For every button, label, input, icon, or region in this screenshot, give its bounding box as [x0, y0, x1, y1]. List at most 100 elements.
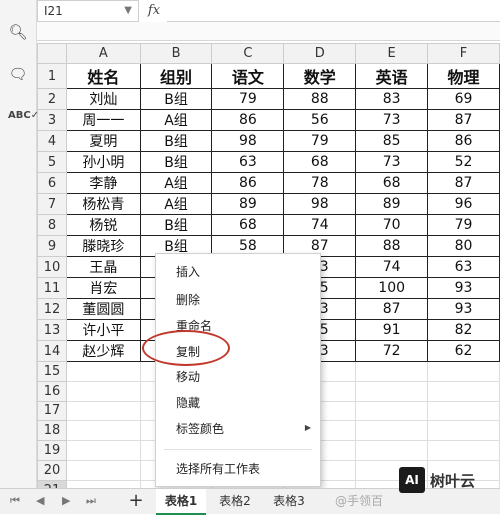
table-cell[interactable]: 组别 — [139, 63, 213, 89]
row-header[interactable]: 4 — [37, 130, 68, 152]
column-header[interactable]: C — [211, 43, 285, 64]
row-header[interactable]: 3 — [37, 109, 68, 131]
row-header[interactable]: 20 — [37, 459, 68, 481]
next-sheet-icon[interactable]: ▶ — [62, 494, 70, 507]
table-cell[interactable]: 56 — [283, 109, 357, 131]
comment-icon[interactable]: 🗨︎ — [8, 64, 28, 84]
table-cell[interactable]: 74 — [283, 214, 357, 236]
spellcheck-icon[interactable]: ABC✓ — [8, 106, 39, 126]
table-cell[interactable] — [66, 479, 141, 488]
row-header[interactable]: 5 — [37, 151, 68, 173]
table-cell[interactable]: B组 — [139, 88, 213, 110]
table-cell[interactable]: 52 — [427, 151, 500, 173]
previous-sheet-icon[interactable]: ◀ — [36, 494, 44, 507]
row-header[interactable]: 8 — [37, 214, 68, 236]
row-header[interactable]: 6 — [37, 172, 68, 194]
table-cell[interactable]: 62 — [427, 340, 500, 362]
table-cell[interactable]: B组 — [139, 151, 213, 173]
row-header[interactable]: 19 — [37, 440, 68, 461]
row-header[interactable]: 9 — [37, 235, 68, 257]
row-header[interactable]: 16 — [37, 380, 68, 402]
menu-item[interactable]: 移动 — [176, 368, 200, 385]
menu-item[interactable]: 插入 — [176, 263, 200, 280]
table-cell[interactable]: 79 — [427, 214, 500, 236]
table-cell[interactable] — [427, 380, 500, 402]
table-cell[interactable]: 88 — [355, 235, 429, 257]
table-cell[interactable]: 滕晓珍 — [66, 235, 141, 257]
table-cell[interactable]: 姓名 — [66, 63, 141, 89]
column-header[interactable]: A — [66, 43, 141, 64]
formula-input[interactable] — [167, 0, 500, 22]
row-header[interactable]: 15 — [37, 361, 68, 382]
table-cell[interactable]: 93 — [427, 277, 500, 299]
row-header[interactable]: 12 — [37, 298, 68, 320]
table-cell[interactable]: 87 — [427, 109, 500, 131]
table-cell[interactable]: 87 — [427, 172, 500, 194]
column-header[interactable]: D — [283, 43, 357, 64]
table-cell[interactable]: B组 — [139, 214, 213, 236]
chevron-down-icon[interactable]: ▼ — [124, 1, 132, 21]
table-cell[interactable]: 98 — [211, 130, 285, 152]
table-cell[interactable] — [427, 361, 500, 382]
function-icon[interactable]: fx — [143, 0, 165, 22]
table-cell[interactable]: 73 — [355, 109, 429, 131]
table-cell[interactable]: 英语 — [355, 63, 429, 89]
table-cell[interactable]: 赵少辉 — [66, 340, 141, 362]
tab-sheet-1[interactable]: 表格1 — [156, 489, 206, 515]
menu-item[interactable]: 隐藏 — [176, 394, 200, 411]
row-header[interactable]: 21 — [37, 479, 68, 488]
table-cell[interactable]: 87 — [355, 298, 429, 320]
row-header[interactable]: 18 — [37, 420, 68, 442]
table-cell[interactable]: A组 — [139, 172, 213, 194]
table-cell[interactable] — [66, 361, 141, 382]
column-header[interactable]: F — [427, 43, 500, 64]
table-cell[interactable]: 70 — [355, 214, 429, 236]
last-sheet-icon[interactable]: ⏭︎ — [86, 494, 96, 508]
table-cell[interactable]: 夏明 — [66, 130, 141, 152]
menu-item[interactable]: 标签颜色 — [176, 420, 224, 437]
table-cell[interactable]: 68 — [283, 151, 357, 173]
menu-item[interactable]: 删除 — [176, 291, 200, 308]
table-cell[interactable]: 刘灿 — [66, 88, 141, 110]
table-cell[interactable]: 79 — [283, 130, 357, 152]
table-cell[interactable] — [66, 440, 141, 461]
table-cell[interactable]: 83 — [355, 88, 429, 110]
table-cell[interactable]: 周一一 — [66, 109, 141, 131]
add-sheet-button[interactable]: + — [126, 490, 146, 511]
table-cell[interactable]: 79 — [211, 88, 285, 110]
table-cell[interactable]: 89 — [211, 193, 285, 215]
table-cell[interactable]: A组 — [139, 109, 213, 131]
table-cell[interactable]: A组 — [139, 193, 213, 215]
table-cell[interactable] — [355, 440, 429, 461]
row-header[interactable]: 17 — [37, 400, 68, 422]
table-cell[interactable] — [66, 420, 141, 442]
table-cell[interactable]: 86 — [427, 130, 500, 152]
table-cell[interactable]: 李静 — [66, 172, 141, 194]
table-cell[interactable]: 88 — [283, 88, 357, 110]
table-cell[interactable]: 85 — [355, 130, 429, 152]
table-cell[interactable]: 82 — [427, 319, 500, 341]
table-cell[interactable]: 93 — [427, 298, 500, 320]
menu-item[interactable]: 选择所有工作表 — [176, 460, 260, 477]
table-cell[interactable]: 肖宏 — [66, 277, 141, 299]
table-cell[interactable] — [427, 440, 500, 461]
table-cell[interactable] — [66, 380, 141, 402]
table-cell[interactable]: 96 — [427, 193, 500, 215]
row-header[interactable]: 13 — [37, 319, 68, 341]
table-cell[interactable]: 董圆圆 — [66, 298, 141, 320]
search-icon[interactable]: 🔍︎ — [8, 22, 28, 42]
row-header[interactable]: 2 — [37, 88, 68, 110]
table-cell[interactable]: 孙小明 — [66, 151, 141, 173]
table-cell[interactable] — [355, 361, 429, 382]
column-header[interactable]: B — [139, 43, 213, 64]
table-cell[interactable]: 语文 — [211, 63, 285, 89]
table-cell[interactable]: 63 — [211, 151, 285, 173]
select-all-corner[interactable] — [37, 43, 68, 64]
table-cell[interactable]: 91 — [355, 319, 429, 341]
table-cell[interactable] — [66, 400, 141, 422]
table-cell[interactable]: B组 — [139, 130, 213, 152]
table-cell[interactable]: 杨锐 — [66, 214, 141, 236]
table-cell[interactable]: 73 — [355, 151, 429, 173]
table-cell[interactable]: 74 — [355, 256, 429, 278]
table-cell[interactable]: 89 — [355, 193, 429, 215]
